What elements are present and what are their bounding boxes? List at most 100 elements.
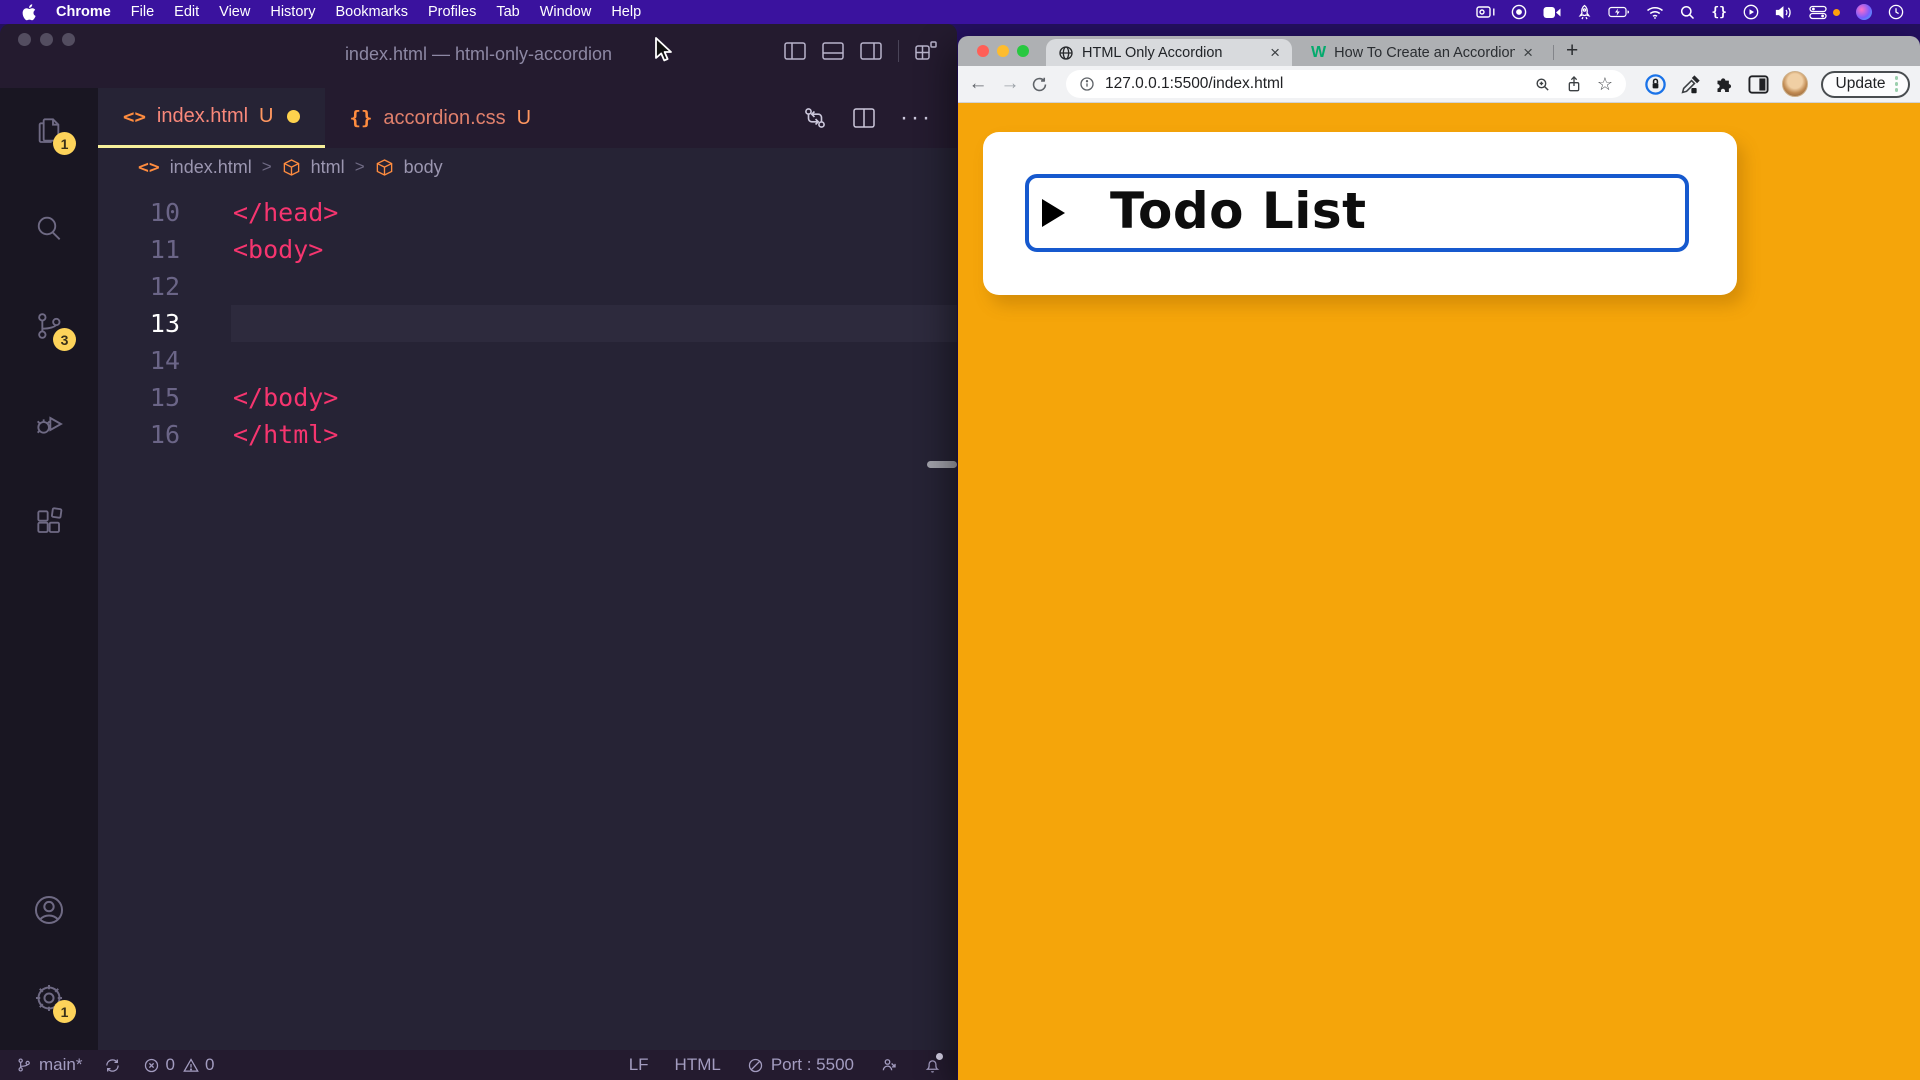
menu-file[interactable]: File: [121, 0, 164, 24]
record-icon[interactable]: [1511, 4, 1527, 20]
git-branch-status[interactable]: main*: [16, 1055, 82, 1075]
account-icon[interactable]: [31, 892, 67, 928]
profile-avatar[interactable]: [1782, 71, 1808, 97]
breadcrumb-separator: >: [262, 157, 272, 177]
code-text[interactable]: [231, 305, 957, 342]
zoom-window-button[interactable]: [1017, 45, 1029, 57]
menu-help[interactable]: Help: [601, 0, 651, 24]
code-text[interactable]: </head>: [231, 194, 957, 231]
site-info-icon[interactable]: [1079, 76, 1095, 92]
menu-profiles[interactable]: Profiles: [418, 0, 486, 24]
notifications-bell-icon[interactable]: [924, 1056, 941, 1074]
address-bar[interactable]: 127.0.0.1:5500/index.html ☆: [1066, 70, 1626, 98]
close-window-button[interactable]: [977, 45, 989, 57]
code-text[interactable]: <body>: [231, 231, 957, 268]
problems-status[interactable]: 0 0: [143, 1055, 214, 1075]
accordion-summary[interactable]: Todo List: [1025, 174, 1689, 252]
update-button[interactable]: Update: [1821, 71, 1910, 98]
code-line-active[interactable]: 13: [98, 305, 957, 342]
line-number: 11: [98, 231, 180, 268]
spotlight-search-icon[interactable]: [1680, 5, 1695, 20]
code-text[interactable]: </body>: [231, 379, 957, 416]
live-share-icon[interactable]: [880, 1056, 898, 1074]
new-tab-button[interactable]: +: [1566, 39, 1578, 63]
toggle-sidebar-icon[interactable]: [784, 42, 806, 60]
toggle-panel-icon[interactable]: [822, 42, 844, 60]
source-control-icon[interactable]: 3: [31, 308, 67, 344]
back-button[interactable]: ←: [966, 73, 990, 95]
battery-charging-icon[interactable]: [1608, 6, 1630, 18]
editor-tabbar: <> index.html U {} accordion.css U ···: [98, 88, 957, 148]
vscode-titlebar[interactable]: index.html — html-only-accordion: [0, 24, 957, 88]
browser-tab-active[interactable]: HTML Only Accordion ×: [1046, 39, 1292, 66]
warning-count: 0: [205, 1055, 214, 1075]
siri-icon[interactable]: [1856, 4, 1872, 20]
explorer-icon[interactable]: 1: [31, 112, 67, 148]
code-line[interactable]: 15</body>: [98, 379, 957, 416]
side-panel-icon[interactable]: [1748, 75, 1769, 94]
rocket-icon[interactable]: [1577, 4, 1592, 20]
search-icon[interactable]: [31, 210, 67, 246]
language-mode[interactable]: HTML: [675, 1055, 721, 1075]
menu-tab[interactable]: Tab: [486, 0, 529, 24]
clock-icon[interactable]: [1888, 4, 1904, 20]
privacy-extension-icon[interactable]: [1644, 73, 1667, 96]
branch-name: main*: [39, 1055, 82, 1075]
tab-index-html[interactable]: <> index.html U: [98, 88, 325, 148]
run-debug-icon[interactable]: [31, 406, 67, 442]
split-editor-icon[interactable]: [852, 107, 876, 129]
wifi-icon[interactable]: [1646, 6, 1664, 19]
open-changes-icon[interactable]: [802, 105, 828, 131]
code-line[interactable]: 10</head>: [98, 194, 957, 231]
share-icon[interactable]: [1566, 75, 1582, 93]
extensions-puzzle-icon[interactable]: [1714, 74, 1735, 95]
git-branch-icon: [16, 1056, 32, 1074]
menu-window[interactable]: Window: [530, 0, 602, 24]
close-tab-icon[interactable]: ×: [1270, 43, 1280, 63]
screen-recorder-icon[interactable]: [1476, 5, 1495, 19]
breadcrumb-body[interactable]: body: [404, 157, 443, 178]
control-center-icon[interactable]: [1809, 5, 1840, 20]
forward-button[interactable]: →: [998, 73, 1022, 95]
eol-indicator[interactable]: LF: [629, 1055, 649, 1075]
code-editor[interactable]: 10</head> 11 <body> 12 13 14 15</body> 16…: [98, 186, 957, 1050]
code-line[interactable]: 16</html>: [98, 416, 957, 453]
browser-tab-inactive[interactable]: W How To Create an Accordion ×: [1299, 39, 1545, 66]
play-circle-icon[interactable]: [1743, 4, 1759, 20]
color-picker-extension-icon[interactable]: [1680, 74, 1701, 95]
code-braces-icon[interactable]: {}: [1711, 5, 1727, 20]
code-line[interactable]: 11 <body>: [98, 231, 957, 268]
sash-drag-handle[interactable]: [927, 461, 957, 468]
menu-bookmarks[interactable]: Bookmarks: [325, 0, 418, 24]
breadcrumb-html[interactable]: html: [311, 157, 345, 178]
reload-button[interactable]: [1030, 75, 1054, 94]
menu-history[interactable]: History: [260, 0, 325, 24]
extensions-icon[interactable]: [31, 504, 67, 540]
tab-accordion-css[interactable]: {} accordion.css U: [325, 88, 557, 148]
live-server-port[interactable]: Port : 5500: [747, 1055, 854, 1075]
menu-view[interactable]: View: [209, 0, 260, 24]
customize-layout-icon[interactable]: [915, 41, 937, 61]
menu-chrome[interactable]: Chrome: [46, 0, 121, 24]
breadcrumb-file[interactable]: index.html: [170, 157, 252, 178]
bookmark-star-icon[interactable]: ☆: [1597, 74, 1613, 95]
video-camera-icon[interactable]: [1543, 6, 1561, 19]
code-line[interactable]: 12: [98, 268, 957, 305]
code-text[interactable]: </html>: [231, 416, 957, 453]
code-text[interactable]: [231, 342, 957, 379]
url-text[interactable]: 127.0.0.1:5500/index.html: [1105, 75, 1524, 93]
code-text[interactable]: [231, 268, 957, 305]
apple-menu[interactable]: [12, 4, 46, 21]
menu-edit[interactable]: Edit: [164, 0, 209, 24]
close-tab-icon[interactable]: ×: [1523, 43, 1533, 63]
toggle-secondary-sidebar-icon[interactable]: [860, 42, 882, 60]
settings-gear-icon[interactable]: 1: [31, 980, 67, 1016]
code-line[interactable]: 14: [98, 342, 957, 379]
minimize-window-button[interactable]: [997, 45, 1009, 57]
zoom-icon[interactable]: [1534, 76, 1551, 93]
more-actions-icon[interactable]: ···: [900, 106, 933, 130]
sync-button[interactable]: [104, 1057, 121, 1074]
disclosure-triangle-icon: [1042, 199, 1065, 227]
volume-icon[interactable]: [1775, 5, 1793, 20]
unsaved-dot-icon[interactable]: [287, 110, 300, 123]
